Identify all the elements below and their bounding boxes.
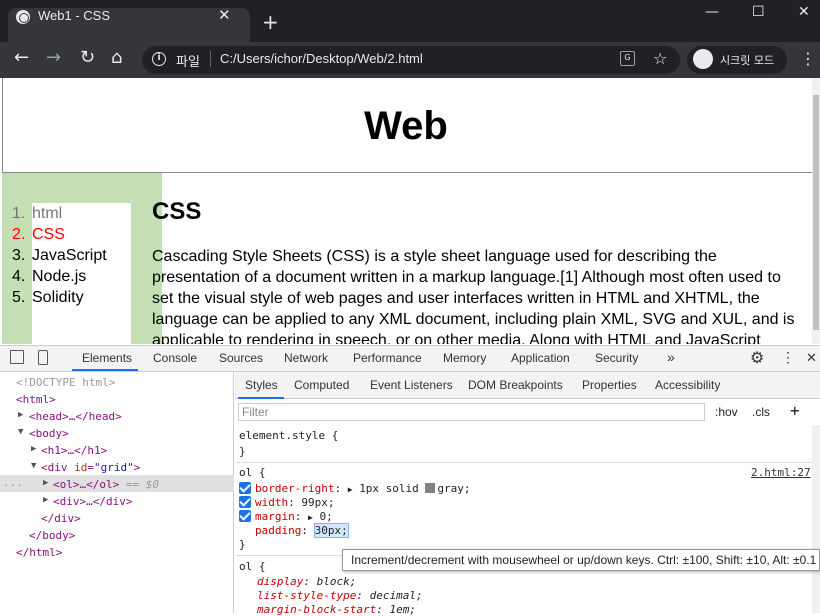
tab-dom-breakpoints[interactable]: DOM Breakpoints xyxy=(468,378,563,392)
incognito-icon xyxy=(693,49,713,69)
collapse-triangle-icon[interactable]: ▼ xyxy=(31,461,36,471)
element-style-selector[interactable]: element.style { xyxy=(239,429,338,442)
active-tab-indicator xyxy=(72,369,138,371)
tab-event-listeners[interactable]: Event Listeners xyxy=(370,378,453,392)
new-tab-button[interactable]: + xyxy=(262,12,279,32)
rule-divider xyxy=(235,555,342,556)
rule-divider xyxy=(235,462,812,463)
filter-input[interactable] xyxy=(238,403,705,421)
rule-close-brace: } xyxy=(239,445,246,458)
tab-memory[interactable]: Memory xyxy=(443,351,486,365)
expand-triangle-icon[interactable]: ▶ xyxy=(43,495,48,505)
elements-panel xyxy=(0,372,234,613)
tab-console[interactable]: Console xyxy=(153,351,197,365)
tab-network[interactable]: Network xyxy=(284,351,328,365)
decl-margin[interactable]: margin: ▶ 0; xyxy=(239,510,333,523)
tab-title: Web1 - CSS xyxy=(38,8,111,23)
device-toggle-icon[interactable] xyxy=(38,350,48,365)
dom-head[interactable]: <head>…</head> xyxy=(29,410,122,423)
collapse-triangle-icon[interactable]: ▼ xyxy=(18,427,23,437)
source-link[interactable]: 2.html:27 xyxy=(751,466,811,479)
decl-width[interactable]: width: 99px; xyxy=(239,496,335,509)
checkbox-icon[interactable] xyxy=(239,496,251,508)
tab-computed[interactable]: Computed xyxy=(294,378,349,392)
tab-styles[interactable]: Styles xyxy=(245,378,278,392)
page-title: Web xyxy=(364,104,448,148)
divider xyxy=(210,51,211,67)
incognito-label: 시크릿 모드 xyxy=(720,54,775,67)
hov-button[interactable]: :hov xyxy=(715,405,738,419)
cls-button[interactable]: .cls xyxy=(752,405,770,419)
expand-triangle-icon[interactable]: ▶ xyxy=(31,444,36,454)
ua-selector[interactable]: ol { xyxy=(239,560,266,573)
forward-icon[interactable]: → xyxy=(46,48,61,68)
dom-ol[interactable]: <ol>…</ol> == $0 xyxy=(53,478,159,491)
list-item[interactable]: 3. JavaScript xyxy=(12,247,107,265)
checkbox-icon[interactable] xyxy=(239,482,251,494)
url-text[interactable]: C:/Users/ichor/Desktop/Web/2.html xyxy=(220,51,423,66)
tab-close-icon[interactable]: ✕ xyxy=(218,6,231,24)
tab-sources[interactable]: Sources xyxy=(219,351,263,365)
dom-body-end[interactable]: </body> xyxy=(29,529,75,542)
inspect-icon[interactable] xyxy=(10,350,24,364)
menu-icon[interactable]: ⋮ xyxy=(800,49,816,68)
styles-scrollbar[interactable] xyxy=(812,425,820,613)
window-close-icon[interactable]: ✕ xyxy=(798,4,810,20)
ua-decl-list-style: list-style-type: decimal; xyxy=(257,589,423,602)
reload-icon[interactable]: ↻ xyxy=(80,48,95,68)
tab-elements[interactable]: Elements xyxy=(82,351,132,365)
ua-decl-display: display: block; xyxy=(257,575,357,588)
row-ellipsis[interactable]: ... xyxy=(3,476,23,489)
more-tabs-icon[interactable]: » xyxy=(667,349,675,365)
decl-padding[interactable]: padding: 30px; xyxy=(255,523,349,538)
add-rule-button[interactable]: + xyxy=(790,401,800,420)
tab-accessibility[interactable]: Accessibility xyxy=(655,378,720,392)
article-paragraph: Cascading Style Sheets (CSS) is a style … xyxy=(152,248,795,344)
back-icon[interactable]: ← xyxy=(14,48,29,68)
scheme-label: 파일 xyxy=(176,55,200,70)
minimize-icon[interactable]: — xyxy=(705,4,719,20)
list-item[interactable]: 2. CSS xyxy=(12,226,65,244)
tab-properties[interactable]: Properties xyxy=(582,378,637,392)
dom-html[interactable]: <html> xyxy=(16,393,56,406)
gear-icon[interactable]: ⚙ xyxy=(750,348,764,368)
translate-icon[interactable]: G xyxy=(620,51,635,66)
editing-value[interactable]: 30px; xyxy=(313,523,349,538)
dom-div-inner[interactable]: <div>…</div> xyxy=(53,495,132,508)
tab-application[interactable]: Application xyxy=(511,351,570,365)
ol-selector[interactable]: ol { xyxy=(239,466,266,479)
section-heading: CSS xyxy=(152,198,202,225)
ua-decl-margin-block: margin-block-start: 1em; xyxy=(257,603,416,616)
page-scrollbar-thumb[interactable] xyxy=(813,95,819,330)
color-swatch[interactable] xyxy=(425,483,436,493)
filter-placeholder: Filter xyxy=(242,405,269,419)
expand-triangle-icon[interactable]: ▶ xyxy=(18,410,23,420)
list-item[interactable]: 1. html xyxy=(12,205,62,223)
home-icon[interactable]: ⌂ xyxy=(111,48,122,68)
info-icon[interactable]: i xyxy=(152,52,166,66)
tab-security[interactable]: Security xyxy=(595,351,638,365)
expand-triangle-icon[interactable]: ▶ xyxy=(43,478,48,488)
list-item[interactable]: 4. Node.js xyxy=(12,268,86,286)
kebab-icon[interactable]: ⋮ xyxy=(781,349,795,366)
dom-doctype[interactable]: <!DOCTYPE html> xyxy=(16,376,115,389)
dom-div-grid[interactable]: <div id="grid"> xyxy=(41,461,140,474)
maximize-icon[interactable]: ☐ xyxy=(752,4,765,20)
dom-h1[interactable]: <h1>…</h1> xyxy=(41,444,107,457)
list-item[interactable]: 5. Solidity xyxy=(12,289,84,307)
tab-performance[interactable]: Performance xyxy=(353,351,422,365)
decl-border-right[interactable]: border-right: ▶ 1px solid gray; xyxy=(239,482,471,495)
close-icon[interactable]: ✕ xyxy=(806,350,817,366)
globe-icon xyxy=(16,10,30,24)
rule-close-brace: } xyxy=(239,538,246,551)
dom-body[interactable]: <body> xyxy=(29,427,69,440)
checkbox-icon[interactable] xyxy=(239,510,251,522)
dom-html-end[interactable]: </html> xyxy=(16,546,62,559)
hint-tooltip: Increment/decrement with mousewheel or u… xyxy=(342,549,820,571)
active-tab-indicator xyxy=(238,397,284,399)
star-icon[interactable]: ☆ xyxy=(653,49,667,68)
dom-div-end[interactable]: </div> xyxy=(41,512,81,525)
